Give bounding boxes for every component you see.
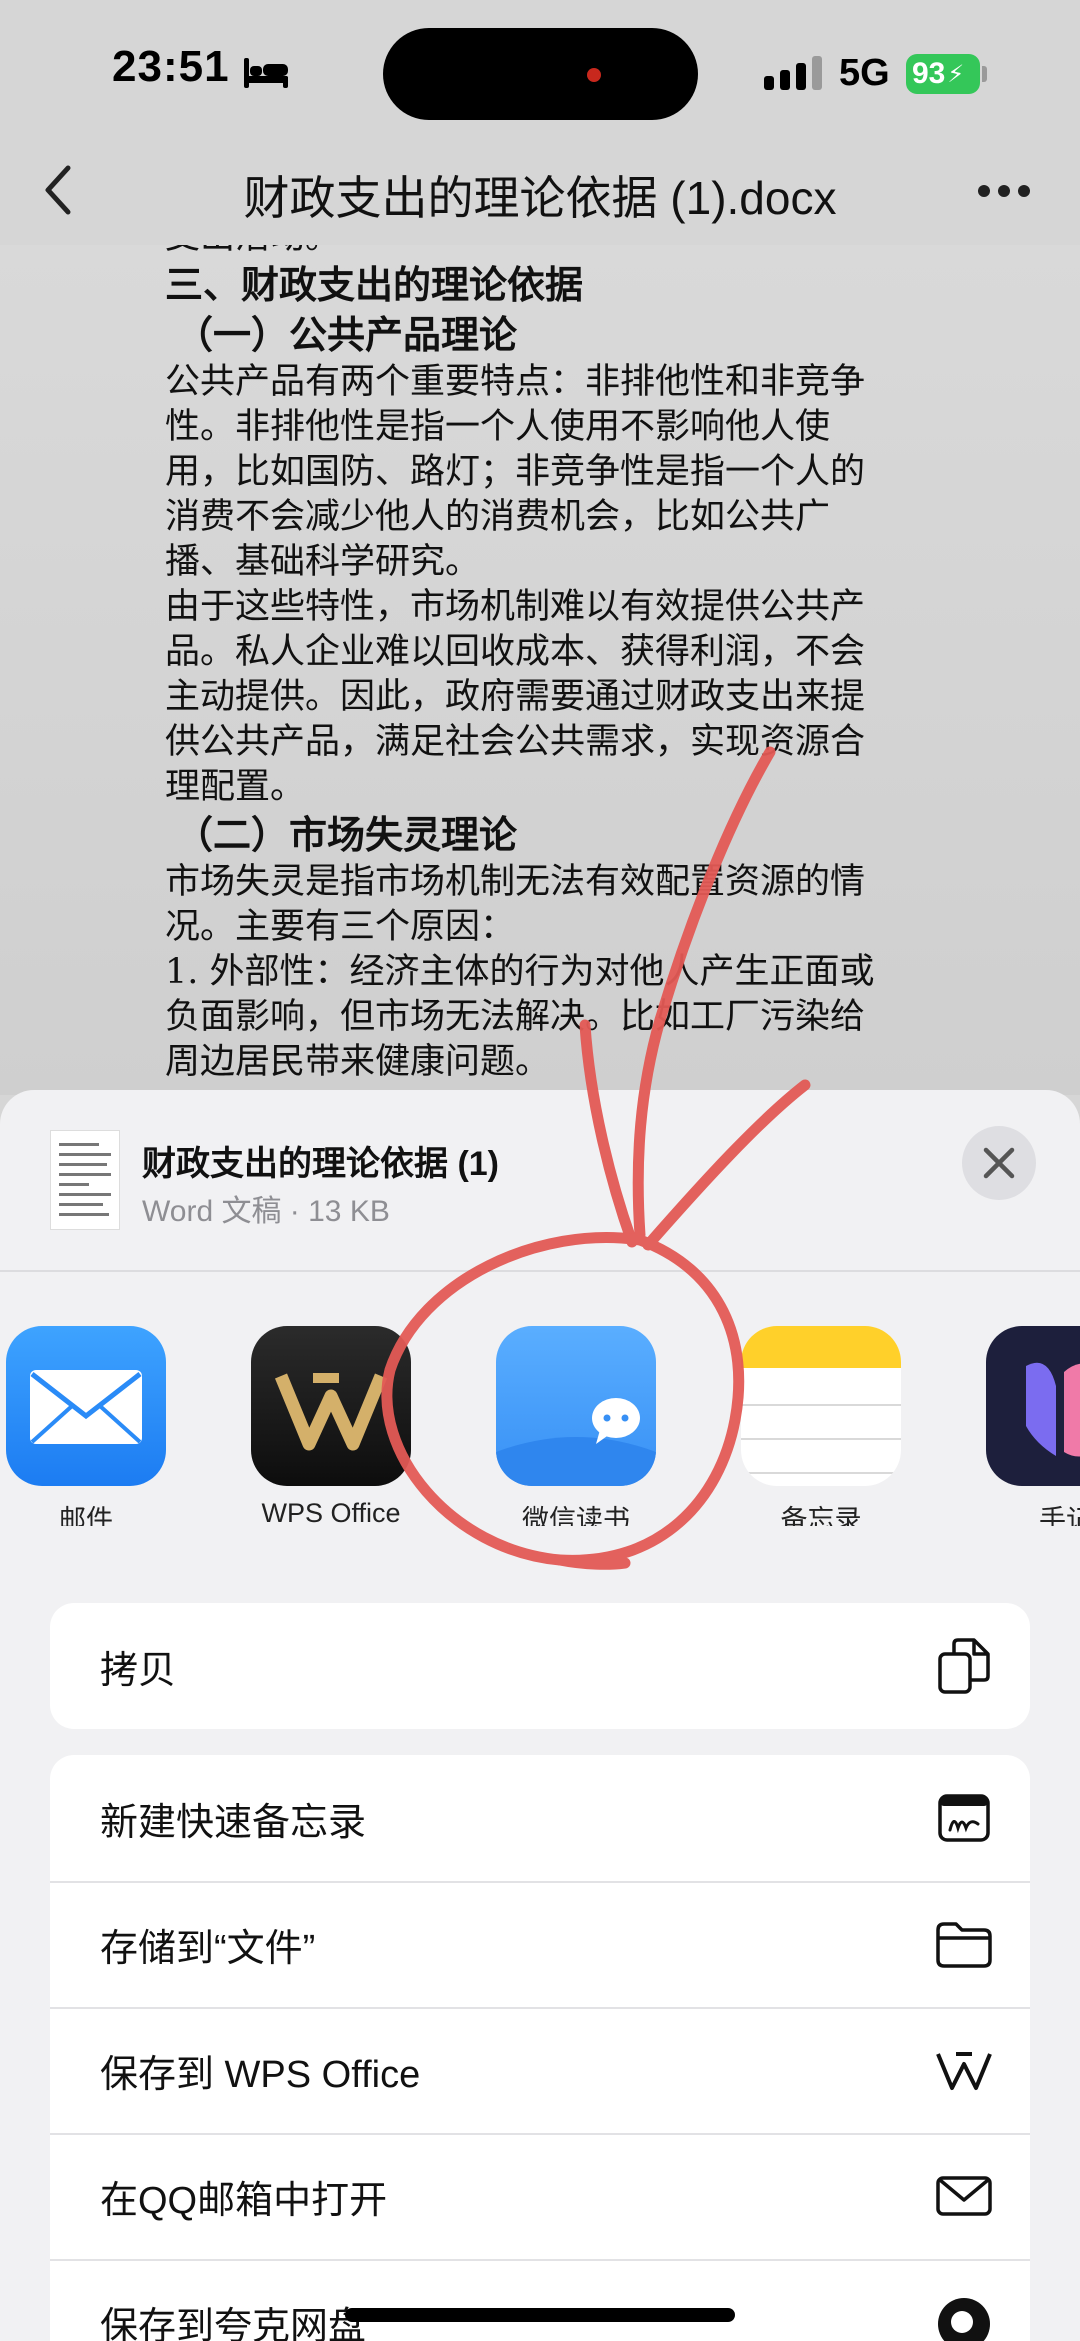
file-thumbnail xyxy=(50,1130,120,1230)
copy-icon xyxy=(938,1638,990,1694)
folder-icon xyxy=(936,1922,992,1968)
app-weread[interactable]: 微信读书 xyxy=(476,1326,676,1526)
app-wps-office[interactable]: WPS Office xyxy=(231,1326,431,1526)
doc-paragraph: 由于这些特性，市场机制难以有效提供公共产品。私人企业难以回收成本、获得利润，不会… xyxy=(165,587,866,807)
action-group-copy: 拷贝 xyxy=(50,1603,1030,1729)
chevron-left-icon[interactable] xyxy=(40,160,76,220)
home-indicator xyxy=(345,2308,735,2322)
action-label: 保存到 WPS Office xyxy=(100,2053,421,2096)
weread-icon xyxy=(496,1326,656,1486)
wps-office-icon xyxy=(251,1326,411,1486)
network-type: 5G xyxy=(839,52,890,94)
status-bar: 23:51 5G 93 ⚡ xyxy=(0,0,1080,150)
quick-note-icon xyxy=(938,1794,990,1842)
doc-heading: 三、财政支出的理论依据 xyxy=(165,262,584,307)
dynamic-island xyxy=(383,28,698,120)
doc-paragraph: 公共产品有两个重要特点：非排他性和非竞争性。非排他性是指一个人使用不影响他人使用… xyxy=(165,362,866,582)
action-label: 存储到“文件” xyxy=(100,1927,316,1970)
battery-charging-icon: 93 ⚡ xyxy=(906,54,980,94)
mail-icon xyxy=(6,1326,166,1486)
envelope-icon xyxy=(936,2176,992,2216)
share-sheet: 财政支出的理论依据 (1) Word 文稿 · 13 KB 邮件 WPS Off… xyxy=(0,1090,1080,2341)
close-icon xyxy=(983,1147,1015,1179)
action-save-to-wps[interactable]: 保存到 WPS Office xyxy=(50,2007,1030,2133)
app-mail[interactable]: 邮件 xyxy=(0,1326,186,1526)
doc-heading: （二）市场失灵理论 xyxy=(175,812,518,857)
quark-icon xyxy=(938,2298,990,2341)
file-name: 财政支出的理论依据 (1) xyxy=(142,1145,499,1183)
action-open-in-qq-mail[interactable]: 在QQ邮箱中打开 xyxy=(50,2133,1030,2259)
action-group-main: 新建快速备忘录 存储到“文件” 保存到 WPS Office 在QQ邮箱中打开 xyxy=(50,1755,1030,2341)
action-save-to-files[interactable]: 存储到“文件” xyxy=(50,1881,1030,2007)
doc-paragraph: 市场失灵是指市场机制无法有效配置资源的情况。主要有三个原因： xyxy=(165,862,866,947)
action-label: 新建快速备忘录 xyxy=(100,1801,367,1844)
bed-icon xyxy=(244,58,288,88)
app-label: 微信读书 xyxy=(522,1505,630,1526)
app-label: WPS Office xyxy=(261,1498,401,1526)
app-handwrite[interactable]: 手记 xyxy=(966,1326,1080,1526)
action-label: 保存到夸克网盘 xyxy=(100,2305,367,2341)
doc-paragraph: 支出活动。 xyxy=(165,245,895,260)
action-label: 在QQ邮箱中打开 xyxy=(100,2179,388,2222)
doc-paragraph: 1. 外部性：经济主体的行为对他人产生正面或负面影响，但市场无法解决。比如工厂污… xyxy=(165,952,875,1082)
close-button[interactable] xyxy=(962,1126,1036,1200)
doc-heading: （一）公共产品理论 xyxy=(175,312,518,357)
document-viewer[interactable]: 支出活动。三、财政支出的理论依据 （一）公共产品理论公共产品有两个重要特点：非排他… xyxy=(0,245,1080,1095)
more-icon[interactable] xyxy=(976,176,1032,206)
handwrite-icon xyxy=(986,1326,1080,1486)
wps-icon xyxy=(936,2052,992,2090)
battery-tip xyxy=(982,66,987,82)
document-content: 支出活动。三、财政支出的理论依据 （一）公共产品理论公共产品有两个重要特点：非排他… xyxy=(165,245,895,1085)
action-save-to-quark[interactable]: 保存到夸克网盘 xyxy=(50,2259,1030,2341)
app-label: 手记 xyxy=(1039,1505,1080,1526)
divider xyxy=(0,1270,1080,1272)
action-label: 拷贝 xyxy=(100,1649,177,1692)
notes-icon xyxy=(741,1326,901,1486)
action-copy[interactable]: 拷贝 xyxy=(50,1603,1030,1729)
app-notes[interactable]: 备忘录 xyxy=(721,1326,921,1526)
signal-icon xyxy=(764,56,822,90)
app-row[interactable]: 邮件 WPS Office 微信读书 备忘录 手记 xyxy=(0,1326,1080,1526)
document-title: 财政支出的理论依据 (1).docx xyxy=(243,172,837,224)
action-quick-note[interactable]: 新建快速备忘录 xyxy=(50,1755,1030,1881)
status-time: 23:51 xyxy=(112,42,230,91)
app-label: 备忘录 xyxy=(780,1505,862,1526)
camera-indicator xyxy=(587,68,601,82)
app-label: 邮件 xyxy=(59,1505,113,1526)
battery-level: 93 xyxy=(912,57,946,90)
file-meta: Word 文稿 · 13 KB xyxy=(142,1195,390,1228)
